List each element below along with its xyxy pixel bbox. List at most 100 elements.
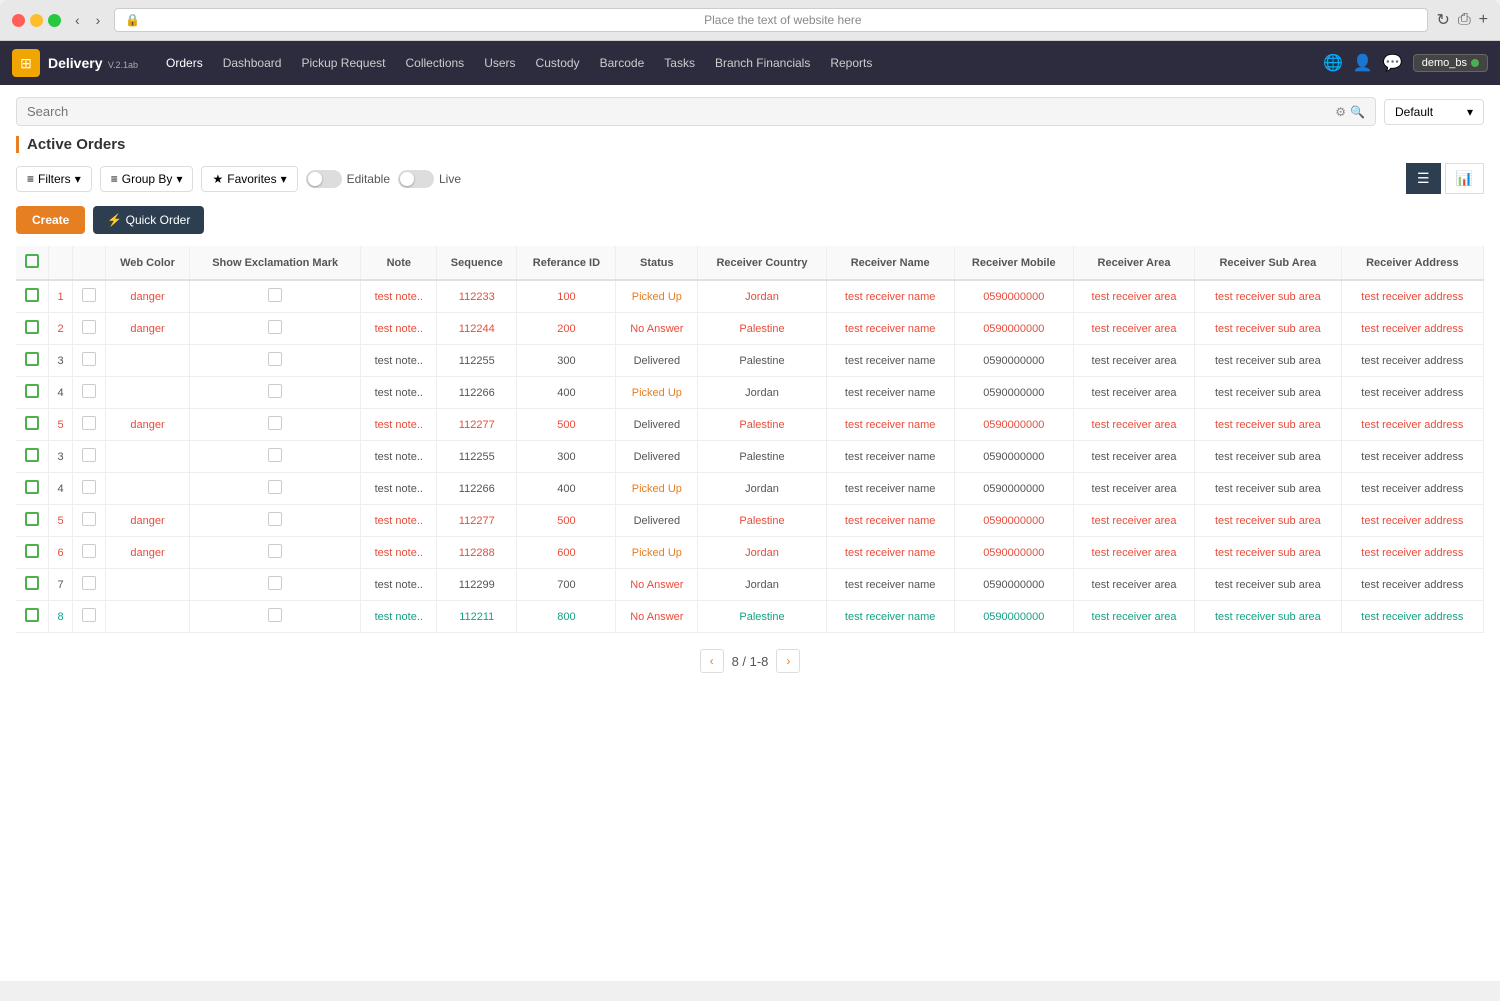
th-show-exclamation: Show Exclamation Mark: [189, 246, 361, 280]
row-master-checkbox[interactable]: [16, 345, 49, 377]
row-address: test receiver address: [1341, 569, 1483, 601]
search-icons: ⚙ 🔍: [1335, 105, 1365, 119]
search-icon: 🔍: [1350, 105, 1365, 119]
row-checkbox[interactable]: [72, 601, 105, 633]
row-check: [82, 448, 96, 462]
close-dot[interactable]: [12, 14, 25, 27]
row-master-checkbox[interactable]: [16, 505, 49, 537]
filter-icon: ≡: [27, 172, 34, 186]
nav-icon-chat[interactable]: 💬: [1383, 53, 1403, 73]
row-receiver-name: test receiver name: [826, 280, 954, 313]
row-checkbox[interactable]: [72, 505, 105, 537]
row-checkbox[interactable]: [72, 537, 105, 569]
row-master-checkbox[interactable]: [16, 569, 49, 601]
row-master-checkbox[interactable]: [16, 537, 49, 569]
list-view-button[interactable]: ☰: [1406, 163, 1441, 194]
row-master-checkbox[interactable]: [16, 377, 49, 409]
browser-nav: ‹ ›: [69, 10, 106, 30]
page-title-wrap: Active Orders: [16, 136, 1484, 153]
search-input[interactable]: [27, 104, 1329, 119]
row-checkbox[interactable]: [72, 473, 105, 505]
row-ref-id: 400: [517, 377, 616, 409]
next-page-button[interactable]: ›: [776, 649, 800, 673]
row-checkbox[interactable]: [72, 345, 105, 377]
row-master-checkbox[interactable]: [16, 601, 49, 633]
row-master-checkbox[interactable]: [16, 473, 49, 505]
row-checkbox[interactable]: [72, 280, 105, 313]
exclamation-checkbox: [268, 288, 282, 302]
nav-reports[interactable]: Reports: [822, 52, 880, 74]
th-mobile: Receiver Mobile: [954, 246, 1073, 280]
row-receiver-name: test receiver name: [826, 313, 954, 345]
nav-tasks[interactable]: Tasks: [656, 52, 703, 74]
row-note: test note..: [361, 441, 437, 473]
favorites-button[interactable]: ★ Favorites ▾: [201, 166, 297, 192]
row-mobile: 0590000000: [954, 569, 1073, 601]
address-bar[interactable]: 🔒 Place the text of website here: [114, 8, 1428, 32]
nav-pickup-request[interactable]: Pickup Request: [293, 52, 393, 74]
nav-icon-user[interactable]: 👤: [1353, 53, 1373, 73]
row-exclamation: [189, 441, 361, 473]
minimize-dot[interactable]: [30, 14, 43, 27]
nav-custody[interactable]: Custody: [528, 52, 588, 74]
search-input-wrap[interactable]: ⚙ 🔍: [16, 97, 1376, 126]
row-sequence: 112277: [437, 505, 517, 537]
chart-view-button[interactable]: 📊: [1445, 163, 1484, 194]
editable-toggle[interactable]: [306, 170, 342, 188]
row-checkbox[interactable]: [72, 377, 105, 409]
row-checkbox[interactable]: [72, 569, 105, 601]
user-badge[interactable]: demo_bs: [1413, 54, 1488, 72]
row-checkbox[interactable]: [72, 441, 105, 473]
row-checkbox[interactable]: [72, 313, 105, 345]
filters-button[interactable]: ≡ Filters ▾: [16, 166, 92, 192]
row-web-color: danger: [106, 505, 190, 537]
exclamation-checkbox: [268, 448, 282, 462]
row-web-color: [106, 377, 190, 409]
nav-orders[interactable]: Orders: [158, 52, 211, 74]
row-sequence: 112233: [437, 280, 517, 313]
nav-collections[interactable]: Collections: [397, 52, 472, 74]
table-body: 1 danger test note.. 112233 100 Picked U…: [16, 280, 1484, 633]
table-row: 5 danger test note.. 112277 500 Delivere…: [16, 409, 1484, 441]
row-web-color: [106, 441, 190, 473]
pagination-info: 8 / 1-8: [732, 654, 769, 669]
group-by-button[interactable]: ≡ Group By ▾: [100, 166, 194, 192]
row-checkbox[interactable]: [72, 409, 105, 441]
row-country: Jordan: [698, 473, 827, 505]
row-exclamation: [189, 601, 361, 633]
row-mobile: 0590000000: [954, 537, 1073, 569]
back-button[interactable]: ‹: [69, 10, 86, 30]
app-wrapper: ⊞ Delivery V.2.1ab Orders Dashboard Pick…: [0, 41, 1500, 981]
row-area: test receiver area: [1074, 569, 1195, 601]
exclamation-checkbox: [268, 384, 282, 398]
row-master-checkbox[interactable]: [16, 409, 49, 441]
row-mobile: 0590000000: [954, 441, 1073, 473]
row-master-checkbox[interactable]: [16, 280, 49, 313]
row-master-checkbox[interactable]: [16, 313, 49, 345]
table-row: 8 test note.. 112211 800 No Answer Pales…: [16, 601, 1484, 633]
nav-dashboard[interactable]: Dashboard: [215, 52, 290, 74]
share-button[interactable]: ⎙: [1458, 10, 1471, 30]
live-toggle[interactable]: [398, 170, 434, 188]
nav-icon-globe[interactable]: 🌐: [1323, 53, 1343, 73]
master-check: [25, 320, 39, 334]
row-country: Jordan: [698, 569, 827, 601]
row-note: test note..: [361, 569, 437, 601]
master-check: [25, 480, 39, 494]
nav-barcode[interactable]: Barcode: [592, 52, 653, 74]
row-master-checkbox[interactable]: [16, 441, 49, 473]
maximize-dot[interactable]: [48, 14, 61, 27]
quick-order-button[interactable]: ⚡ Quick Order: [93, 206, 204, 234]
refresh-button[interactable]: ↻: [1436, 10, 1449, 30]
create-button[interactable]: Create: [16, 206, 85, 234]
header-checkbox[interactable]: [16, 246, 49, 280]
nav-branch-financials[interactable]: Branch Financials: [707, 52, 818, 74]
forward-button[interactable]: ›: [90, 10, 107, 30]
master-check: [25, 288, 39, 302]
new-tab-button[interactable]: +: [1479, 10, 1488, 30]
prev-page-button[interactable]: ‹: [700, 649, 724, 673]
nav-users[interactable]: Users: [476, 52, 523, 74]
row-exclamation: [189, 505, 361, 537]
default-dropdown[interactable]: Default ▾: [1384, 99, 1484, 125]
row-exclamation: [189, 473, 361, 505]
